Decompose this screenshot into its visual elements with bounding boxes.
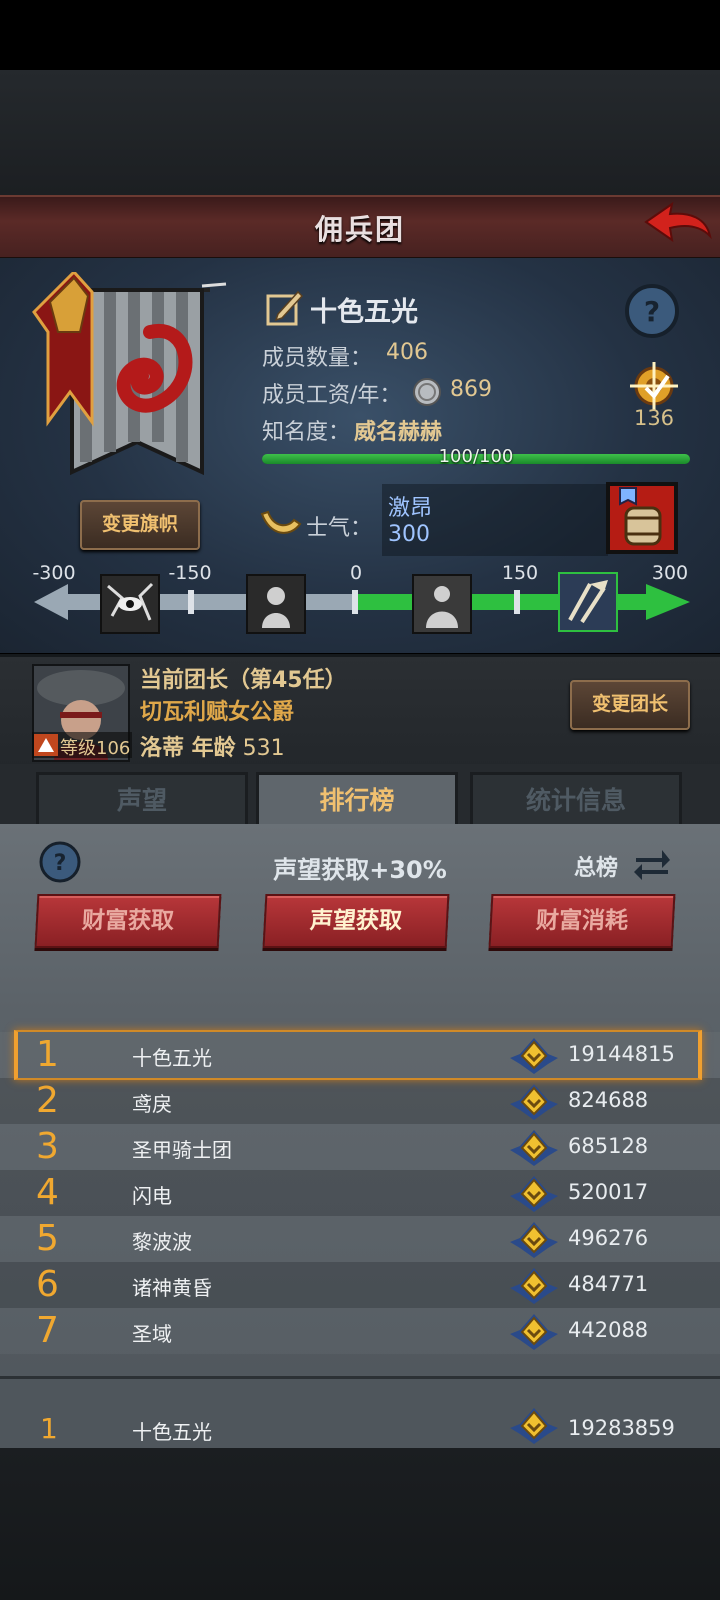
silver-coin-icon	[413, 378, 441, 406]
row-rank: 3	[36, 1126, 59, 1167]
row-name: 圣域	[132, 1322, 172, 1346]
back-arrow-icon[interactable]	[642, 200, 714, 248]
reputation-gem-icon	[510, 1130, 558, 1166]
leader-age: 531	[242, 736, 285, 761]
reputation-gem-icon	[510, 1408, 558, 1444]
row-score: 484771	[568, 1272, 649, 1296]
row-score: 520017	[568, 1180, 649, 1204]
leader-level: 等级106	[60, 738, 131, 759]
row-name: 黎波波	[132, 1230, 192, 1254]
row-name: 闪电	[132, 1184, 172, 1208]
row-rank: 4	[36, 1172, 59, 1213]
leaderboard-list: 1 十色五光 19144815 2 鸢戾 824688 3 圣甲骑士团 6851…	[0, 1032, 720, 1366]
change-leader-button[interactable]: 变更团长	[570, 680, 690, 730]
horn-icon	[260, 510, 302, 534]
table-row[interactable]: 2 鸢戾 824688	[0, 1078, 720, 1124]
barrel-event-icon[interactable]	[606, 482, 678, 554]
table-row[interactable]: 3 圣甲骑士团 685128	[0, 1124, 720, 1170]
row-rank: 2	[36, 1080, 59, 1121]
reputation-gem-icon	[510, 1084, 558, 1120]
leader-name-age-label: 洛蒂 年龄	[140, 736, 236, 761]
reputation-gem-icon	[510, 1314, 558, 1350]
morale-label: 士气：	[306, 516, 373, 541]
fame-label: 知名度：	[262, 420, 351, 445]
reputation-gain-button[interactable]: 声望获取	[262, 894, 450, 948]
scale-tick: -150	[168, 562, 212, 584]
total-board-label[interactable]: 总榜	[574, 850, 618, 882]
svg-text:?: ?	[644, 295, 660, 328]
rank-badge-count: 136	[633, 406, 675, 430]
row-score: 496276	[568, 1226, 649, 1250]
bottom-background	[0, 1448, 720, 1600]
crosshair-rank-icon[interactable]	[624, 360, 684, 410]
row-name: 鸢戾	[132, 1092, 172, 1116]
status-bar	[0, 0, 720, 70]
tab-leaderboard[interactable]: 排行榜	[256, 772, 458, 831]
top-background	[0, 70, 720, 195]
salary-value: 869	[450, 377, 492, 402]
morale-calm-icon	[412, 574, 472, 634]
help-icon[interactable]: ?	[624, 283, 680, 339]
reputation-gem-icon	[510, 1176, 558, 1212]
leader-tenure: 当前团长（第45任）	[140, 668, 347, 693]
row-rank: 5	[36, 1218, 59, 1259]
member-count-label: 成员数量：	[262, 346, 373, 371]
table-row[interactable]: 5 黎波波 496276	[0, 1216, 720, 1262]
member-count-value: 406	[386, 340, 428, 365]
scale-tick: 300	[651, 562, 689, 584]
table-row[interactable]: 7 圣域 442088	[0, 1308, 720, 1354]
row-score: 685128	[568, 1134, 649, 1158]
morale-excited-icon	[558, 572, 618, 632]
leader-name-age: 洛蒂 年龄 531	[140, 730, 285, 762]
team-name: 十色五光	[310, 297, 418, 328]
change-flag-button[interactable]: 变更旗帜	[80, 500, 200, 550]
scale-tick: -300	[32, 562, 76, 584]
edit-name-icon[interactable]	[264, 288, 304, 328]
tab-statistics[interactable]: 统计信息	[470, 772, 682, 830]
morale-sad-icon	[246, 574, 306, 634]
reputation-gem-icon	[510, 1222, 558, 1258]
team-banner-icon	[32, 272, 227, 476]
scale-tick: 0	[349, 562, 363, 584]
page-title: 佣兵团	[314, 213, 405, 246]
row-score: 824688	[568, 1088, 649, 1112]
my-rank: 1	[40, 1412, 58, 1445]
row-name: 圣甲骑士团	[132, 1138, 232, 1162]
wealth-gain-button[interactable]: 财富获取	[34, 894, 222, 948]
scale-tick: 150	[501, 562, 539, 584]
my-score: 19283859	[568, 1416, 675, 1440]
wealth-spend-button[interactable]: 财富消耗	[488, 894, 676, 948]
swap-arrows-icon[interactable]	[632, 844, 672, 884]
salary-label: 成员工资/年：	[262, 383, 402, 408]
fame-word: 威名赫赫	[354, 420, 443, 445]
selected-row-highlight	[14, 1030, 702, 1080]
row-score: 442088	[568, 1318, 649, 1342]
row-rank: 7	[36, 1310, 59, 1351]
tab-reputation[interactable]: 声望	[36, 772, 248, 830]
morale-value: 300	[388, 522, 430, 547]
row-name: 诸神黄昏	[132, 1276, 212, 1300]
table-row[interactable]: 6 诸神黄昏 484771	[0, 1262, 720, 1308]
morale-word: 激昂	[388, 496, 433, 521]
my-team-name: 十色五光	[132, 1420, 212, 1444]
table-row[interactable]: 4 闪电 520017	[0, 1170, 720, 1216]
morale-despair-icon	[100, 574, 160, 634]
leader-title: 切瓦利赋女公爵	[140, 700, 295, 725]
reputation-gem-icon	[510, 1268, 558, 1304]
row-rank: 6	[36, 1264, 59, 1305]
fame-progress-text: 100/100	[438, 446, 514, 467]
